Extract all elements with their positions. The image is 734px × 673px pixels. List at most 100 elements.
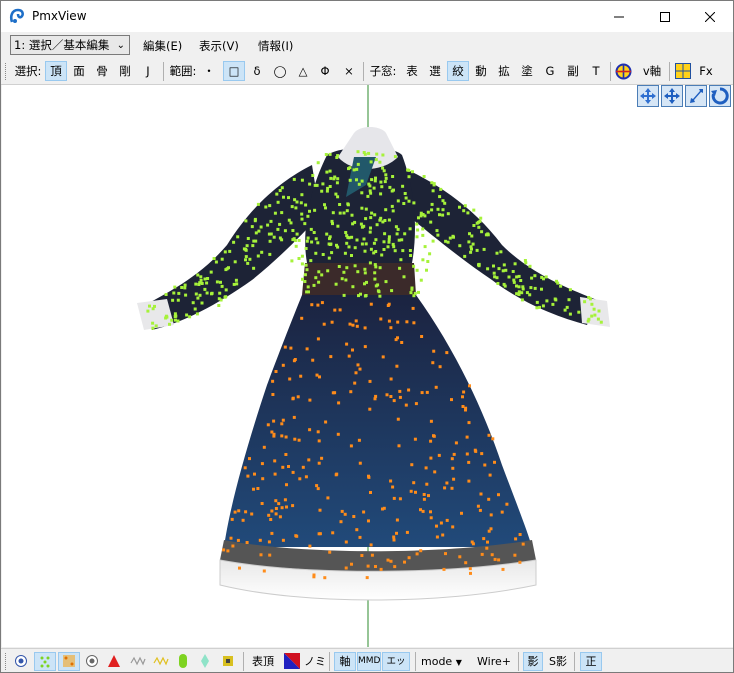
menu-info[interactable]: 情報(I) <box>258 38 293 54</box>
vertex-dot <box>432 349 436 353</box>
minimize-button[interactable] <box>596 1 642 32</box>
select-vertex-button[interactable]: 頂 <box>45 61 67 81</box>
child-move-button[interactable]: 動 <box>471 61 491 81</box>
select-bone-button[interactable]: 骨 <box>92 61 112 81</box>
orthographic-toggle[interactable]: 正 <box>580 652 602 671</box>
vertex-dot <box>256 487 260 490</box>
move-view-button[interactable] <box>637 85 659 107</box>
vertex-dot <box>379 567 383 571</box>
vertex-dot <box>317 270 321 274</box>
range-circle-button[interactable]: ◯ <box>269 61 291 81</box>
fx-button[interactable]: Fx <box>695 61 717 81</box>
vaxis-button[interactable]: v軸 <box>638 61 666 81</box>
vertex-dot <box>366 194 370 198</box>
vertex-dot <box>396 417 400 421</box>
rotate-view-button[interactable] <box>709 85 731 107</box>
vertex-dot <box>448 236 452 240</box>
color-swatch-icon[interactable] <box>284 653 300 669</box>
model-viewport[interactable] <box>2 85 733 647</box>
bottom-toolbar-grip[interactable] <box>5 653 9 670</box>
vertex-dot <box>429 510 432 514</box>
vertex-dot <box>479 216 483 220</box>
range-delta-button[interactable]: δ <box>247 61 267 81</box>
bone-icon[interactable] <box>199 653 211 669</box>
close-button[interactable] <box>687 1 733 32</box>
vertex-dot <box>379 317 383 321</box>
child-select-button[interactable]: 選 <box>425 61 445 81</box>
vertex-dot <box>316 337 320 341</box>
self-shadow-toggle[interactable]: S影 <box>545 652 571 671</box>
vertex-dot <box>294 206 298 210</box>
vertex-dot <box>461 395 464 399</box>
shadow-toggle[interactable]: 影 <box>523 652 543 671</box>
vertex-dot <box>392 538 396 542</box>
maximize-button[interactable] <box>642 1 688 32</box>
range-clear-button[interactable]: × <box>339 61 359 81</box>
child-sub-button[interactable]: 副 <box>563 61 583 81</box>
vertex-dot <box>173 312 177 316</box>
capsule-icon[interactable] <box>177 653 189 669</box>
select-face-button[interactable]: 面 <box>69 61 89 81</box>
vertex-dot <box>331 531 335 535</box>
menu-view[interactable]: 表示(V) <box>199 38 239 54</box>
vertex-dot <box>168 322 171 326</box>
select-rigid-button[interactable]: 剛 <box>115 61 135 81</box>
maximize-icon <box>660 11 670 22</box>
vertex-dot <box>317 280 321 284</box>
vertex-dot <box>287 218 291 222</box>
vertex-dot <box>348 178 352 182</box>
vertex-dot <box>378 218 382 222</box>
range-rect-button[interactable]: □ <box>223 61 245 81</box>
mmd-toggle[interactable]: MMD <box>357 652 381 671</box>
child-paint-button[interactable]: 塗 <box>517 61 537 81</box>
vertex-dot <box>324 420 328 424</box>
child-t-button[interactable]: T <box>586 61 606 81</box>
joint-icon[interactable] <box>221 654 235 668</box>
range-triangle-button[interactable]: △ <box>293 61 313 81</box>
vertex-dot <box>283 229 287 233</box>
range-phi-button[interactable]: Φ <box>315 61 335 81</box>
wire-plus-button[interactable]: Wire+ <box>474 652 514 671</box>
record-icon[interactable] <box>85 654 99 668</box>
vertex-dot <box>308 209 311 213</box>
vertex-mode-icon[interactable] <box>14 654 28 668</box>
mode-dropdown[interactable]: mode ▼ <box>421 652 471 671</box>
zoom-view-button[interactable] <box>685 85 707 107</box>
select-joint-button[interactable]: J <box>138 61 158 81</box>
vertex-dot <box>223 250 227 254</box>
vertex-dot <box>592 307 596 311</box>
vertex-dot <box>493 460 496 464</box>
child-group-button[interactable]: G <box>540 61 560 81</box>
pan-view-button[interactable] <box>661 85 683 107</box>
edit-mode-select[interactable]: 1: 選択／基本編集 ⌄ <box>10 35 130 55</box>
vertex-dot <box>520 291 524 295</box>
wave-yellow-icon[interactable] <box>153 655 169 667</box>
wave-gray-icon[interactable] <box>130 655 146 667</box>
vertex-dot <box>501 269 505 273</box>
nomi-button[interactable]: ノミ <box>304 652 326 671</box>
vertex-dot <box>345 342 349 346</box>
range-point-button[interactable]: ・ <box>199 61 219 81</box>
show-vertex-button[interactable]: 表頂 <box>249 652 277 671</box>
vertex-dot <box>358 367 362 371</box>
vaxis-icon[interactable] <box>615 63 632 80</box>
axis-toggle[interactable]: 軸 <box>334 652 356 671</box>
red-triangle-icon[interactable] <box>107 654 121 668</box>
show-selected-toggle[interactable] <box>34 652 56 671</box>
vertex-dot <box>374 265 378 269</box>
menu-edit[interactable]: 編集(E) <box>143 38 182 54</box>
show-unselected-toggle[interactable] <box>58 652 80 671</box>
vertex-dot <box>378 160 382 164</box>
vertex-dot <box>253 472 256 476</box>
fx-icon[interactable] <box>675 63 691 79</box>
toolbar-grip[interactable] <box>5 63 9 80</box>
vertex-dot <box>355 528 359 532</box>
vertex-dot <box>259 553 263 557</box>
edge-toggle[interactable]: エッジ <box>382 652 410 671</box>
child-table-button[interactable]: 表 <box>402 61 422 81</box>
child-filter-button[interactable]: 絞 <box>447 61 469 81</box>
vertex-dot <box>401 184 405 188</box>
child-scale-button[interactable]: 拡 <box>494 61 514 81</box>
vertex-dot <box>350 235 354 239</box>
vertex-dot <box>390 189 394 193</box>
